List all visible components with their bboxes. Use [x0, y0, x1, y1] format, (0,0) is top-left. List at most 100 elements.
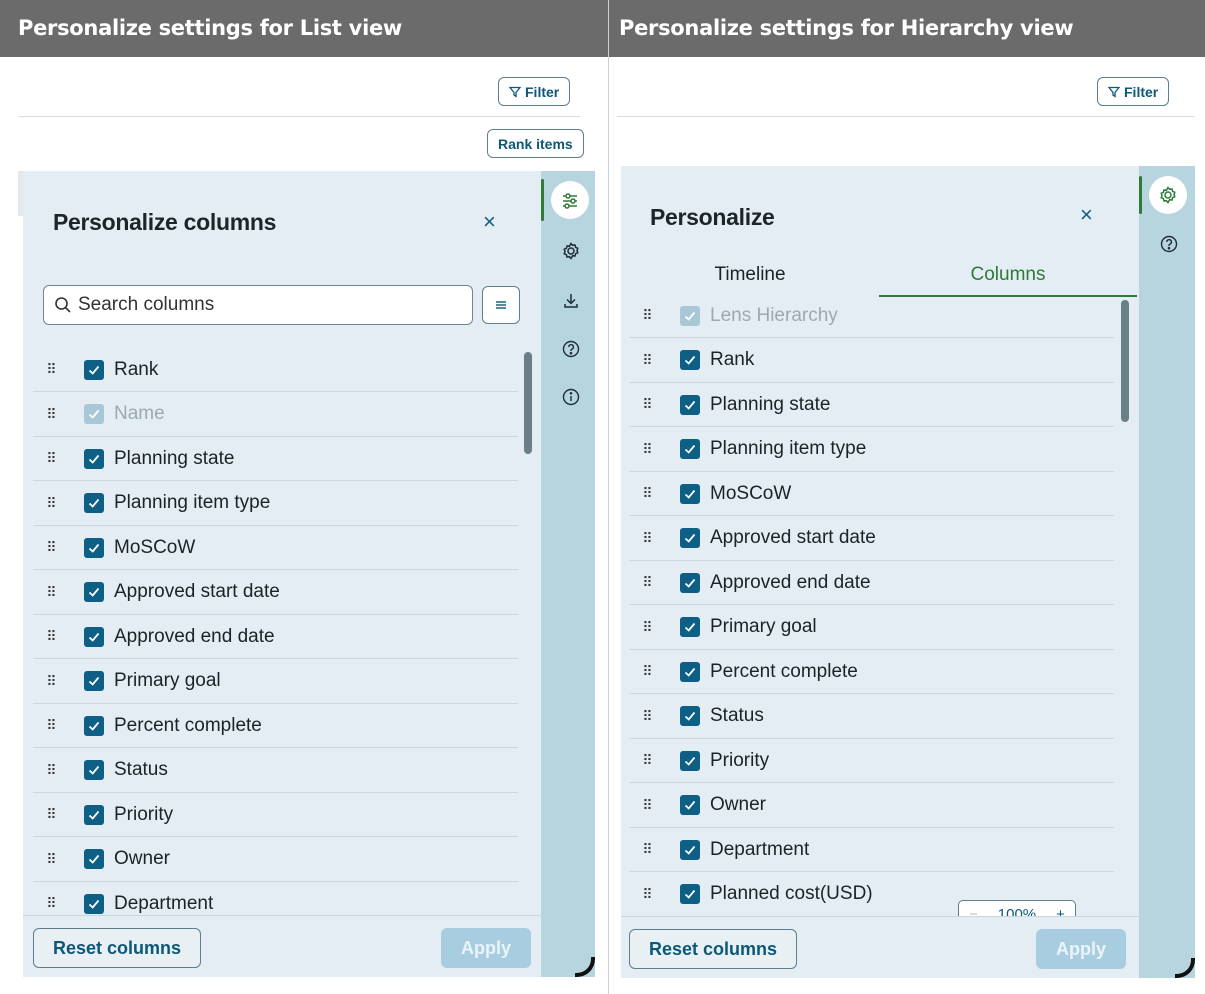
list-item[interactable]: ⠿ Department — [629, 828, 1114, 872]
drag-handle-icon[interactable]: ⠿ — [637, 752, 657, 769]
help-icon[interactable] — [551, 329, 591, 369]
checkbox[interactable] — [680, 394, 700, 415]
drag-handle-icon[interactable]: ⠿ — [41, 628, 61, 645]
checkbox[interactable] — [680, 572, 700, 593]
reset-columns-button[interactable]: Reset columns — [33, 928, 201, 968]
list-item[interactable]: ⠿ Approved start date — [629, 517, 1114, 561]
close-icon[interactable]: × — [483, 211, 496, 233]
list-item[interactable]: ⠿ Lens Hierarchy — [629, 294, 1114, 338]
rank-items-button[interactable]: Rank items — [487, 129, 584, 158]
list-item[interactable]: ⠿ Owner — [33, 838, 518, 882]
drag-handle-icon[interactable]: ⠿ — [41, 762, 61, 779]
list-item[interactable]: ⠿ Percent complete — [629, 650, 1114, 694]
reset-columns-button[interactable]: Reset columns — [629, 929, 797, 969]
checkbox[interactable] — [680, 750, 700, 771]
list-item[interactable]: ⠿ Percent complete — [33, 704, 518, 748]
list-item[interactable]: ⠿ Priority — [629, 739, 1114, 783]
list-item[interactable]: ⠿ Planning state — [629, 383, 1114, 427]
drag-handle-icon[interactable]: ⠿ — [637, 352, 657, 369]
drag-handle-icon[interactable]: ⠿ — [637, 797, 657, 814]
checkbox[interactable] — [84, 893, 104, 914]
list-item[interactable]: ⠿ Approved start date — [33, 571, 518, 615]
drag-handle-icon[interactable]: ⠿ — [637, 396, 657, 413]
drag-handle-icon[interactable]: ⠿ — [41, 717, 61, 734]
list-item[interactable]: ⠿ MoSCoW — [33, 526, 518, 570]
checkbox[interactable] — [84, 582, 104, 602]
list-item[interactable]: ⠿ Primary goal — [629, 606, 1114, 650]
checkbox[interactable] — [84, 849, 104, 869]
checkbox[interactable] — [84, 537, 104, 558]
drag-handle-icon[interactable]: ⠿ — [41, 495, 61, 512]
apply-button[interactable]: Apply — [441, 928, 531, 968]
help-icon[interactable] — [1149, 224, 1189, 264]
scrollbar[interactable] — [524, 352, 532, 454]
sliders-icon[interactable] — [551, 181, 589, 219]
list-item[interactable]: ⠿ Owner — [629, 784, 1114, 828]
checkbox[interactable] — [680, 706, 700, 726]
tab-timeline[interactable]: Timeline — [621, 264, 879, 297]
drag-handle-icon[interactable]: ⠿ — [41, 406, 61, 423]
gear-icon[interactable] — [1149, 176, 1187, 214]
drag-handle-icon[interactable]: ⠿ — [637, 574, 657, 591]
drag-handle-icon[interactable]: ⠿ — [41, 851, 61, 868]
list-item[interactable]: ⠿ Planning item type — [33, 482, 518, 526]
drag-handle-icon[interactable]: ⠿ — [637, 841, 657, 858]
checkbox[interactable] — [84, 760, 104, 780]
checkbox[interactable] — [680, 483, 700, 504]
checkbox[interactable] — [680, 439, 700, 459]
list-item[interactable]: ⠿ Primary goal — [33, 660, 518, 704]
drag-handle-icon[interactable]: ⠿ — [637, 307, 657, 324]
checkbox[interactable] — [680, 884, 700, 904]
checkbox[interactable] — [84, 804, 104, 825]
checkbox[interactable] — [680, 795, 700, 815]
search-input[interactable]: Search columns — [43, 285, 473, 325]
scrollbar[interactable] — [1121, 300, 1129, 422]
filter-button[interactable]: Filter — [1097, 77, 1170, 106]
drag-handle-icon[interactable]: ⠿ — [41, 806, 61, 823]
list-item[interactable]: ⠿ Approved end date — [33, 615, 518, 659]
download-icon[interactable] — [551, 281, 591, 321]
list-item[interactable]: ⠿ Status — [629, 695, 1114, 739]
drag-handle-icon[interactable]: ⠿ — [637, 485, 657, 502]
drag-handle-icon[interactable]: ⠿ — [41, 361, 61, 378]
drag-handle-icon[interactable]: ⠿ — [637, 441, 657, 458]
list-item[interactable]: ⠿ Approved end date — [629, 561, 1114, 605]
filter-button[interactable]: Filter — [498, 77, 571, 106]
drag-handle-icon[interactable]: ⠿ — [41, 450, 61, 467]
drag-handle-icon[interactable]: ⠿ — [637, 619, 657, 636]
list-item[interactable]: ⠿ Name — [33, 393, 518, 437]
drag-handle-icon[interactable]: ⠿ — [41, 539, 61, 556]
list-item[interactable]: ⠿ Planning state — [33, 437, 518, 481]
list-item[interactable]: ⠿ Priority — [33, 793, 518, 837]
list-item[interactable]: ⠿ Status — [33, 749, 518, 793]
info-icon[interactable] — [551, 377, 591, 417]
drag-handle-icon[interactable]: ⠿ — [637, 886, 657, 903]
list-item[interactable]: ⠿ Planning item type — [629, 428, 1114, 472]
drag-handle-icon[interactable]: ⠿ — [41, 895, 61, 912]
gear-icon[interactable] — [551, 231, 591, 271]
checkbox[interactable] — [84, 626, 104, 647]
list-item-label: Status — [114, 759, 168, 780]
drag-handle-icon[interactable]: ⠿ — [637, 708, 657, 725]
checkbox[interactable] — [680, 839, 700, 860]
checkbox[interactable] — [84, 448, 104, 469]
drag-handle-icon[interactable]: ⠿ — [41, 673, 61, 690]
drag-handle-icon[interactable]: ⠿ — [637, 663, 657, 680]
list-item[interactable]: ⠿ Rank — [629, 339, 1114, 383]
tab-columns[interactable]: Columns — [879, 264, 1137, 297]
checkbox[interactable] — [680, 350, 700, 370]
column-menu-button[interactable] — [482, 286, 520, 324]
checkbox[interactable] — [680, 528, 700, 548]
drag-handle-icon[interactable]: ⠿ — [637, 530, 657, 547]
checkbox[interactable] — [680, 661, 700, 682]
close-icon[interactable]: × — [1080, 204, 1093, 226]
drag-handle-icon[interactable]: ⠿ — [41, 584, 61, 601]
checkbox[interactable] — [680, 617, 700, 637]
list-item[interactable]: ⠿ Rank — [33, 348, 518, 392]
apply-button[interactable]: Apply — [1036, 929, 1126, 969]
checkbox[interactable] — [84, 359, 104, 380]
checkbox[interactable] — [84, 671, 104, 691]
checkbox[interactable] — [84, 715, 104, 736]
checkbox[interactable] — [84, 493, 104, 513]
list-item[interactable]: ⠿ MoSCoW — [629, 472, 1114, 516]
